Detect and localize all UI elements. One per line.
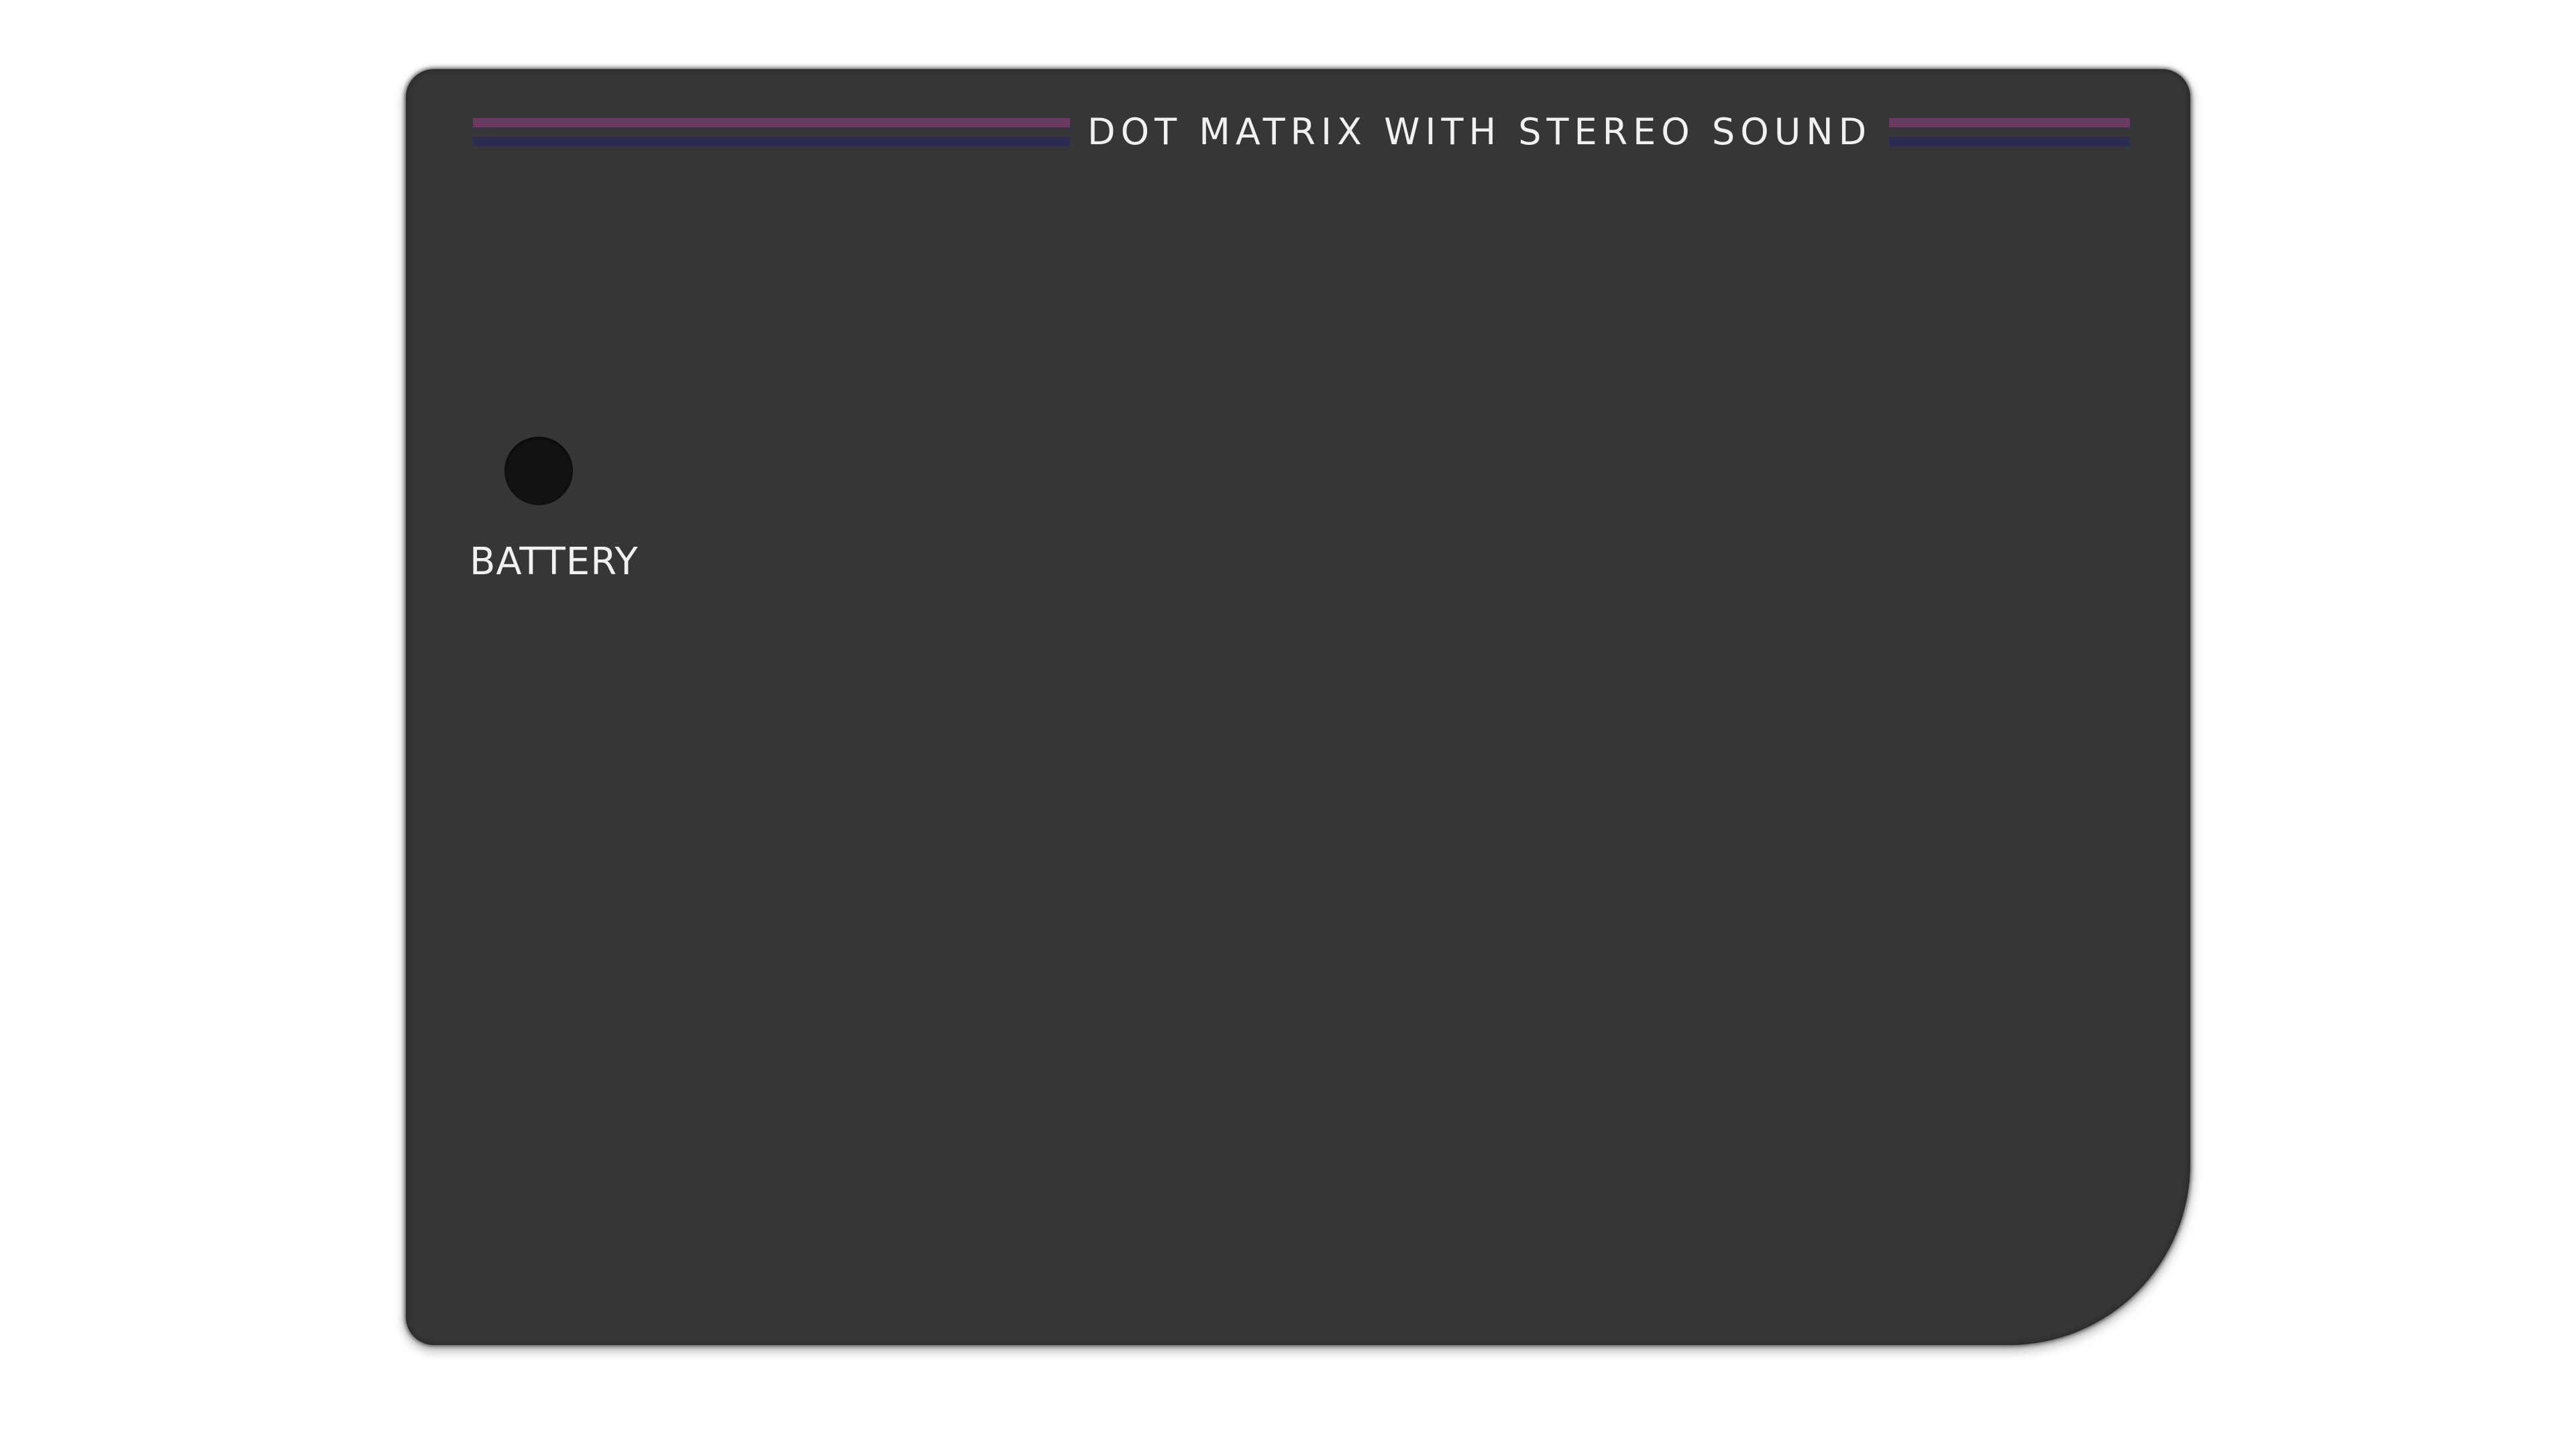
stripe-purple: [1889, 118, 2130, 127]
bezel-title: DOT MATRIX WITH STEREO SOUND: [1087, 111, 1872, 153]
screen-bezel: DOT MATRIX WITH STEREO SOUND BATTERY: [406, 69, 2190, 1345]
battery-indicator-icon: [504, 437, 573, 505]
screen-stage: DOT MATRIX WITH STEREO SOUND BATTERY: [0, 0, 2576, 1449]
stripe-blue: [473, 137, 1070, 146]
header-stripes-left: [473, 118, 1070, 146]
bezel-header: DOT MATRIX WITH STEREO SOUND: [473, 112, 2130, 152]
stripe-blue: [1889, 137, 2130, 146]
stripe-purple: [473, 118, 1070, 127]
battery-label: BATTERY: [470, 540, 639, 584]
header-stripes-right: [1889, 118, 2130, 146]
